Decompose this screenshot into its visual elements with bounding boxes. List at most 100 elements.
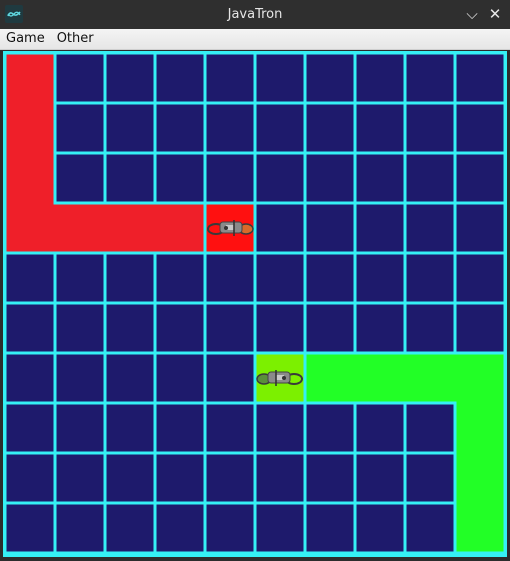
trail-cell	[56, 204, 104, 252]
trail-cell	[306, 354, 354, 402]
grid-cell	[356, 454, 404, 502]
grid-cell	[206, 54, 254, 102]
grid-cell	[356, 254, 404, 302]
trail-cell	[6, 204, 54, 252]
grid-cell	[6, 254, 54, 302]
grid-cell	[206, 404, 254, 452]
grid-cell	[356, 154, 404, 202]
grid-cell	[106, 304, 154, 352]
grid-cell	[456, 154, 504, 202]
grid-cell	[56, 154, 104, 202]
trail-cell	[106, 204, 154, 252]
chevron-down-icon: ⌵	[466, 5, 478, 23]
grid-cell	[356, 54, 404, 102]
grid-cell	[206, 254, 254, 302]
grid-cell	[106, 354, 154, 402]
grid-cell	[56, 104, 104, 152]
green-trail-joint	[456, 501, 504, 505]
window-title: JavaTron	[227, 7, 283, 22]
grid-cell	[456, 304, 504, 352]
grid-cell	[306, 504, 354, 552]
grid-cell	[406, 304, 454, 352]
trail-cell	[456, 454, 504, 502]
green-trail-joint	[403, 354, 407, 402]
grid-cell	[56, 404, 104, 452]
title-bar: JavaTron ⌵ ✕	[0, 0, 510, 29]
red-trail-joint	[6, 201, 54, 205]
trail-cell	[6, 54, 54, 102]
grid-cell	[256, 304, 304, 352]
red-trail-joint	[53, 204, 57, 252]
trail-cell	[356, 354, 404, 402]
grid-cell	[206, 354, 254, 402]
grid-cell	[106, 504, 154, 552]
grid-cell	[56, 354, 104, 402]
green-motorcycle-icon-part	[282, 376, 286, 380]
grid-cell	[406, 254, 454, 302]
grid-cell	[256, 404, 304, 452]
grid-cell	[406, 504, 454, 552]
grid-cell	[56, 454, 104, 502]
grid-cell	[56, 304, 104, 352]
grid-cell	[106, 54, 154, 102]
green-trail-joint	[456, 451, 504, 455]
grid-cell	[156, 354, 204, 402]
grid-cell	[6, 454, 54, 502]
grid-cell	[206, 154, 254, 202]
menu-game[interactable]: Game	[0, 29, 51, 49]
close-button[interactable]: ✕	[486, 5, 504, 23]
grid-cell	[56, 254, 104, 302]
grid-cell	[406, 404, 454, 452]
grid-cell	[256, 504, 304, 552]
grid-cell	[106, 104, 154, 152]
grid-cell	[256, 154, 304, 202]
grid-cell	[356, 104, 404, 152]
grid-cell	[456, 54, 504, 102]
grid-cell	[306, 404, 354, 452]
grid-cell	[256, 454, 304, 502]
grid-cell	[356, 204, 404, 252]
menu-bar: Game Other	[0, 29, 510, 50]
grid-cell	[406, 154, 454, 202]
grid-cell	[356, 304, 404, 352]
menu-other[interactable]: Other	[51, 29, 100, 49]
grid-cell	[406, 54, 454, 102]
close-icon: ✕	[488, 5, 502, 23]
grid-cell	[56, 504, 104, 552]
grid-cell	[156, 304, 204, 352]
red-trail-joint	[6, 101, 54, 105]
trail-cell	[6, 154, 54, 202]
red-trail-joint	[6, 151, 54, 155]
grid-cell	[106, 404, 154, 452]
grid-cell	[256, 104, 304, 152]
red-motorcycle-icon-part	[224, 226, 228, 230]
grid-cell	[356, 404, 404, 452]
grid-cell	[256, 54, 304, 102]
trail-cell	[156, 204, 204, 252]
trail-cell	[6, 104, 54, 152]
grid-cell	[456, 254, 504, 302]
green-trail-joint	[453, 354, 457, 402]
game-board[interactable]	[3, 51, 507, 557]
grid-cell	[456, 204, 504, 252]
grid-cell	[356, 504, 404, 552]
grid-cell	[306, 154, 354, 202]
grid-cell	[306, 454, 354, 502]
grid-cell	[456, 104, 504, 152]
grid-cell	[156, 404, 204, 452]
grid-cell	[6, 304, 54, 352]
grid-cell	[206, 304, 254, 352]
grid-cell	[156, 254, 204, 302]
grid-cell	[156, 504, 204, 552]
game-grid	[3, 51, 507, 557]
trail-cell	[456, 504, 504, 552]
trail-cell	[456, 404, 504, 452]
grid-cell	[106, 154, 154, 202]
minimize-button[interactable]: ⌵	[463, 5, 481, 23]
grid-cell	[156, 454, 204, 502]
grid-cell	[106, 454, 154, 502]
grid-cell	[406, 454, 454, 502]
grid-cell	[256, 254, 304, 302]
grid-cell	[306, 304, 354, 352]
red-trail-joint	[103, 204, 107, 252]
